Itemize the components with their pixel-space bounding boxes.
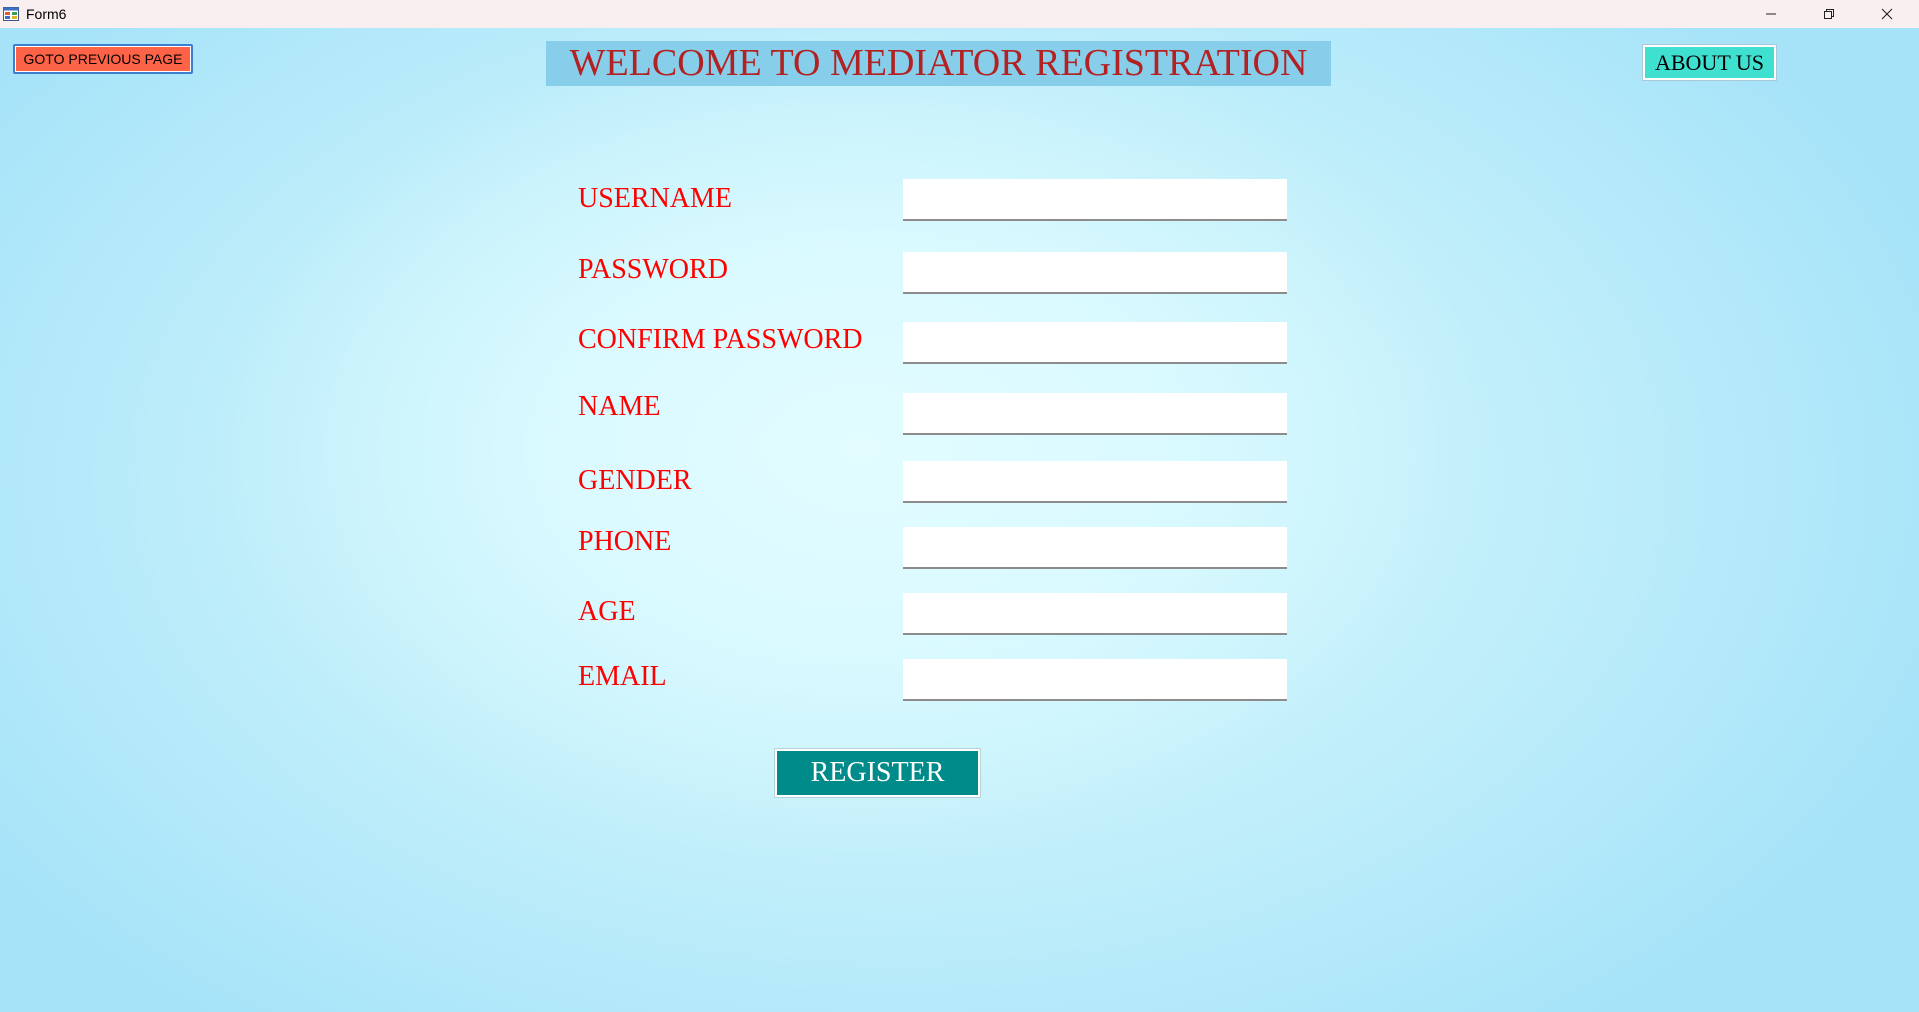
username-field[interactable] [903, 179, 1287, 221]
goto-previous-page-button[interactable]: GOTO PREVIOUS PAGE [13, 44, 193, 74]
password-label: PASSWORD [578, 254, 728, 285]
username-label: USERNAME [578, 183, 733, 214]
register-button[interactable]: REGISTER [774, 748, 981, 798]
confirm-password-field[interactable] [903, 322, 1287, 364]
password-field[interactable] [903, 252, 1287, 294]
restore-icon [1824, 9, 1834, 19]
phone-label: PHONE [578, 526, 672, 557]
restore-button[interactable] [1800, 0, 1858, 28]
winforms-app-icon [3, 7, 19, 21]
close-icon [1881, 8, 1893, 20]
email-label: EMAIL [578, 661, 667, 692]
name-label: NAME [578, 391, 661, 422]
form6-window: Form6 GOTO PREVIOUS PAGE WELCOME TO MEDI… [0, 0, 1919, 1012]
form-client-area: GOTO PREVIOUS PAGE WELCOME TO MEDIATOR R… [0, 28, 1919, 1012]
email-field[interactable] [903, 659, 1287, 701]
about-us-button[interactable]: ABOUT US [1642, 44, 1777, 81]
page-title: WELCOME TO MEDIATOR REGISTRATION [546, 41, 1331, 86]
age-label: AGE [578, 596, 636, 627]
window-title: Form6 [26, 6, 67, 22]
close-button[interactable] [1858, 0, 1916, 28]
minimize-icon [1766, 13, 1776, 15]
title-bar[interactable]: Form6 [0, 0, 1919, 28]
phone-field[interactable] [903, 527, 1287, 569]
gender-label: GENDER [578, 465, 692, 496]
age-field[interactable] [903, 593, 1287, 635]
name-field[interactable] [903, 393, 1287, 435]
minimize-button[interactable] [1742, 0, 1800, 28]
confirm-password-label: CONFIRM PASSWORD [578, 324, 863, 355]
gender-field[interactable] [903, 461, 1287, 503]
